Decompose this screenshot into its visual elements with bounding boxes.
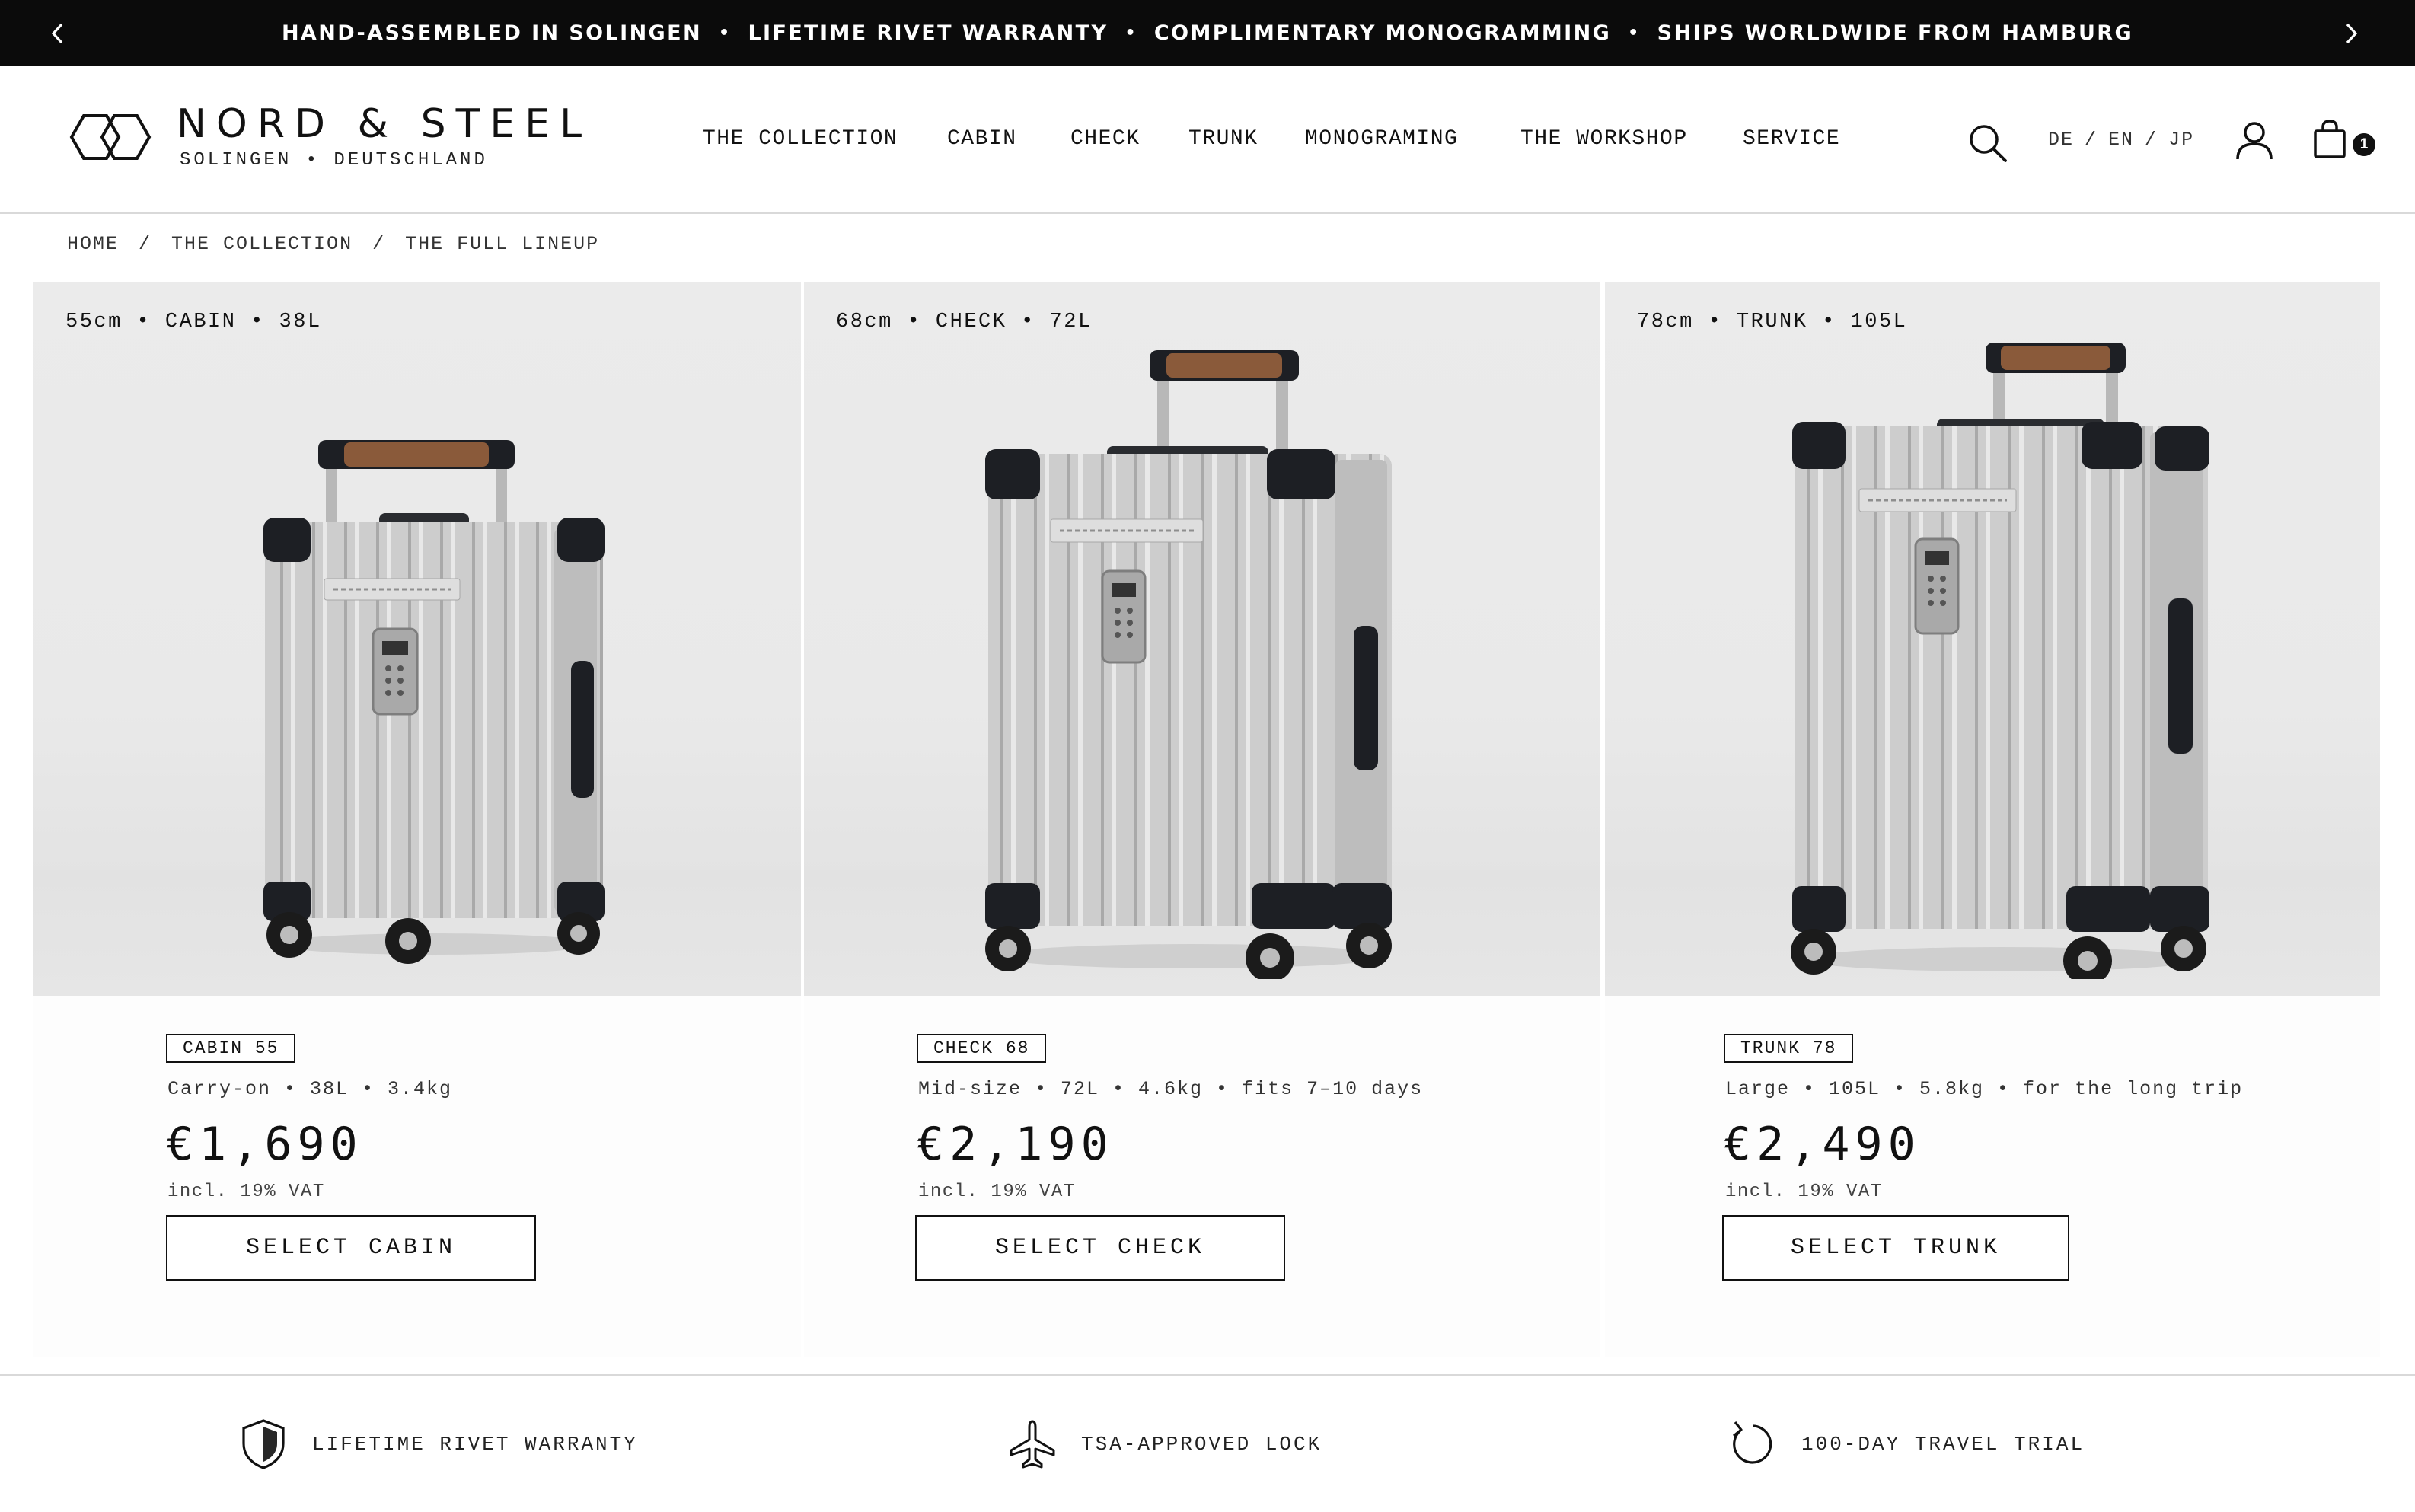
language-switcher: DE / EN / JP	[2048, 129, 2194, 151]
model-badge: CHECK 68	[917, 1034, 1047, 1063]
product-info-trunk: TRUNK 78 Large • 105L • 5.8kg • for the …	[1605, 996, 2380, 1357]
product-spec-tag: 68cm • CHECK • 72L	[836, 311, 1093, 333]
nav-item-monograming[interactable]: MONOGRAMING	[1305, 127, 1458, 151]
language-separator: /	[2145, 129, 2158, 151]
vat-note: incl. 19% VAT	[918, 1182, 1076, 1202]
product-spec-tag: 78cm • TRUNK • 105L	[1637, 311, 1908, 333]
language-separator: /	[2085, 129, 2098, 151]
site-header: NORD & STEEL SOLINGEN • DEUTSCHLAND THE …	[0, 66, 2415, 214]
model-description: Mid-size • 72L • 4.6kg • fits 7–10 days	[918, 1078, 1424, 1100]
product-card-cabin: 55cm • CABIN • 38L CABIN 55 Carry-on • 3…	[33, 282, 801, 1357]
product-price: €1,690	[166, 1118, 363, 1171]
announcement-message: SHIPS WORLDWIDE FROM HAMBURG	[1657, 21, 2134, 45]
breadcrumb-separator: /	[372, 233, 386, 255]
cart-count-badge: 1	[2353, 133, 2375, 156]
nav-item-the-collection[interactable]: THE COLLECTION	[703, 127, 898, 151]
feature-item: 100-DAY TRAVEL TRIAL	[1725, 1376, 2085, 1512]
product-info-check: CHECK 68 Mid-size • 72L • 4.6kg • fits 7…	[804, 996, 1600, 1357]
suitcase-trunk-illustration	[1791, 343, 2209, 979]
announcement-next-button[interactable]	[2334, 17, 2368, 50]
select-check-button[interactable]: SELECT CHECK	[915, 1215, 1285, 1281]
product-card-trunk: 78cm • TRUNK • 105L TRUNK 78 Large • 105…	[1605, 282, 2380, 1357]
product-spec-tag: 55cm • CABIN • 38L	[65, 311, 322, 333]
feature-item: LIFETIME RIVET WARRANTY	[236, 1376, 638, 1512]
chevron-right-icon	[2346, 23, 2358, 44]
announcement-bar: HAND-ASSEMBLED IN SOLINGEN • LIFETIME RI…	[0, 0, 2415, 66]
select-cabin-button[interactable]: SELECT CABIN	[166, 1215, 536, 1281]
nav-item-check[interactable]: CHECK	[1070, 127, 1141, 151]
announcement-message: HAND-ASSEMBLED IN SOLINGEN	[281, 21, 702, 45]
vat-note: incl. 19% VAT	[167, 1182, 325, 1202]
nav-item-the-workshop[interactable]: THE WORKSHOP	[1520, 127, 1688, 151]
announcement-prev-button[interactable]	[41, 17, 75, 50]
feature-label: LIFETIME RIVET WARRANTY	[312, 1432, 638, 1456]
select-trunk-button[interactable]: SELECT TRUNK	[1722, 1215, 2069, 1281]
product-info-cabin: CABIN 55 Carry-on • 38L • 3.4kg €1,690 i…	[33, 996, 801, 1357]
user-icon[interactable]	[2234, 120, 2275, 162]
suitcase-check-illustration	[985, 350, 1392, 979]
announcement-message: COMPLIMENTARY MONOGRAMMING	[1153, 21, 1612, 45]
model-description: Carry-on • 38L • 3.4kg	[167, 1078, 453, 1100]
language-option-jp[interactable]: JP	[2168, 129, 2194, 151]
announcement-separator: •	[1125, 24, 1137, 43]
product-image-check[interactable]: 68cm • CHECK • 72L	[804, 282, 1600, 996]
nav-item-trunk[interactable]: TRUNK	[1188, 127, 1259, 151]
shield-icon	[242, 1418, 285, 1469]
return-arrow-icon	[1733, 1421, 1772, 1464]
breadcrumb-current-page: THE FULL LINEUP	[405, 233, 600, 255]
announcement-separator: •	[718, 24, 732, 43]
breadcrumb: HOME / THE COLLECTION / THE FULL LINEUP	[67, 233, 599, 255]
feature-label: 100-DAY TRAVEL TRIAL	[1801, 1432, 2085, 1456]
announcement-messages: HAND-ASSEMBLED IN SOLINGEN • LIFETIME RI…	[282, 21, 2133, 45]
language-option-de[interactable]: DE	[2048, 129, 2074, 151]
search-icon[interactable]	[1967, 123, 2008, 164]
feature-item: TSA-APPROVED LOCK	[1005, 1376, 1322, 1512]
feature-strip: LIFETIME RIVET WARRANTY TSA-APPROVED LOC…	[0, 1374, 2415, 1510]
feature-label: TSA-APPROVED LOCK	[1081, 1432, 1322, 1456]
chevron-left-icon	[51, 23, 63, 44]
breadcrumb-the-collection[interactable]: THE COLLECTION	[171, 233, 353, 255]
vat-note: incl. 19% VAT	[1725, 1182, 1883, 1202]
airplane-icon	[1010, 1420, 1055, 1468]
language-option-en[interactable]: EN	[2108, 129, 2134, 151]
product-price: €2,190	[917, 1118, 1114, 1171]
model-description: Large • 105L • 5.8kg • for the long trip	[1725, 1078, 2244, 1100]
announcement-separator: •	[1628, 24, 1641, 43]
suitcase-cabin-illustration	[263, 440, 605, 964]
product-image-cabin[interactable]: 55cm • CABIN • 38L	[33, 282, 801, 996]
model-badge: CABIN 55	[166, 1034, 296, 1063]
product-price: €2,490	[1724, 1118, 1921, 1171]
breadcrumb-separator: /	[139, 233, 152, 255]
nav-item-service[interactable]: SERVICE	[1743, 127, 1840, 151]
nav-item-cabin[interactable]: CABIN	[947, 127, 1017, 151]
breadcrumb-home[interactable]: HOME	[67, 233, 119, 255]
announcement-message: LIFETIME RIVET WARRANTY	[748, 21, 1109, 45]
product-card-check: 68cm • CHECK • 72L CHECK 68 Mid-size • 7…	[804, 282, 1600, 1357]
product-image-trunk[interactable]: 78cm • TRUNK • 105L	[1605, 282, 2380, 996]
model-badge: TRUNK 78	[1724, 1034, 1854, 1063]
shopping-bag-icon[interactable]	[2311, 118, 2348, 161]
